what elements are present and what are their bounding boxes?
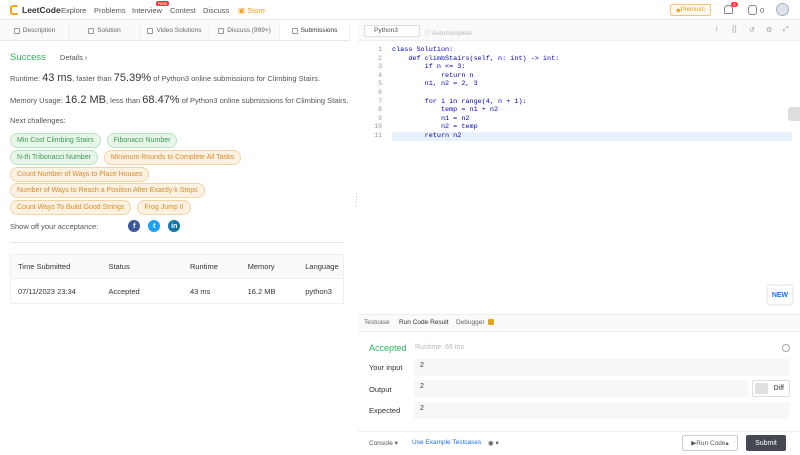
expected-value: 2	[414, 402, 790, 419]
use-example-testcases[interactable]: Use Example Testcases	[412, 439, 481, 446]
coin-count: 0	[760, 6, 765, 15]
side-panel-toggle[interactable]	[788, 107, 800, 121]
coin-icon[interactable]	[748, 5, 757, 15]
new-feature-button[interactable]: NEW	[768, 286, 792, 304]
code-line: return n2	[392, 131, 792, 141]
table-row[interactable]: 07/11/2023 23:34 Accepted 43 ms 16.2 MB …	[11, 279, 343, 303]
challenge-chip[interactable]: Minimum Rounds to Complete All Tasks	[103, 150, 242, 165]
logo-icon	[10, 5, 19, 15]
tab-debugger[interactable]: Debugger	[456, 319, 494, 326]
nav-store[interactable]: ▣ Store	[238, 6, 265, 15]
code-editor[interactable]: 1 2 3 4 5 6 7 8 9 10 11 class Solution: …	[358, 42, 800, 314]
divider	[10, 242, 344, 243]
tab-discuss[interactable]: Discuss (999+)	[210, 21, 280, 40]
store-icon: ▣	[238, 6, 248, 15]
code-line: class Solution:	[392, 46, 454, 54]
input-value: 2	[414, 359, 790, 376]
success-status: Success	[10, 52, 46, 63]
nav-discuss[interactable]: Discuss	[203, 6, 229, 15]
challenge-chip[interactable]: Fibonacci Number	[106, 133, 178, 148]
run-result-panel: Accepted Runtime: 69 ms Your input 2 Out…	[358, 333, 800, 431]
nav-explore[interactable]: Explore	[61, 6, 86, 15]
description-icon	[13, 27, 20, 34]
runtime-stat: Runtime: 43 ms, faster than 75.39% of Py…	[10, 72, 320, 84]
challenge-chip[interactable]: N-th Tribonacci Number	[10, 150, 98, 165]
code-line: temp = n1 + n2	[392, 106, 499, 115]
submissions-table: Time Submitted Status Runtime Memory Lan…	[10, 254, 344, 304]
braces-icon[interactable]: {}	[732, 26, 741, 35]
code-line: return n	[392, 71, 474, 80]
challenge-chip[interactable]: Frog Jump II	[137, 200, 191, 215]
share-row: Show off your acceptance: f t in	[10, 220, 181, 232]
tab-submissions[interactable]: Submissions	[280, 21, 350, 40]
editor-toolbar: Python3 ⓘ Autocomplete i {} ↺ ⚙ ⤢	[358, 21, 800, 41]
settings-icon[interactable]: ⚙	[766, 26, 775, 35]
twitter-icon[interactable]: t	[148, 220, 161, 232]
video-icon	[147, 27, 154, 34]
solution-icon	[88, 27, 95, 34]
tab-run-code-result[interactable]: Run Code Result	[399, 319, 449, 326]
top-nav: LeetCode Explore Problems Interview New …	[0, 0, 800, 20]
nav-contest[interactable]: Contest	[170, 6, 196, 15]
submission-panel: Success Details › Runtime: 43 ms, faster…	[0, 42, 350, 455]
reset-icon[interactable]: ↺	[749, 26, 758, 35]
challenge-chip[interactable]: Count Number of Ways to Place Houses	[10, 167, 150, 182]
code-line: n1 = n2	[392, 114, 470, 123]
problem-tabs: Description Solution Video Solutions Dis…	[0, 21, 350, 41]
console-tabs: Testcase Run Code Result Debugger	[358, 314, 800, 332]
nav-interview[interactable]: Interview	[132, 6, 162, 15]
line-gutter: 1 2 3 4 5 6 7 8 9 10 11	[374, 46, 382, 139]
fullscreen-icon[interactable]: ⤢	[783, 26, 792, 35]
challenge-chip[interactable]: Min Cost Climbing Stairs	[10, 133, 101, 148]
memory-stat: Memory Usage: 16.2 MB, less than 68.47% …	[10, 94, 349, 106]
code-line: for i in range(4, n + 1):	[392, 97, 527, 106]
toggle-switch	[755, 383, 768, 394]
lock-icon	[487, 319, 494, 326]
tab-solution[interactable]: Solution	[70, 21, 140, 40]
discuss-icon	[218, 27, 225, 34]
help-dropdown-icon[interactable]: ◉ ▾	[488, 439, 499, 447]
bottom-bar: Console ▾ Use Example Testcases ◉ ▾ ▶ Ru…	[358, 431, 800, 455]
new-badge: New	[156, 1, 170, 6]
premium-button[interactable]: ◆ Premium	[670, 4, 711, 16]
autocomplete-toggle[interactable]: ⓘ Autocomplete	[424, 27, 472, 37]
linkedin-icon[interactable]: in	[168, 220, 181, 232]
help-icon[interactable]	[782, 344, 790, 352]
input-label: Your input	[369, 363, 403, 372]
tab-testcase[interactable]: Testcase	[364, 319, 390, 326]
submit-button[interactable]: Submit	[746, 435, 786, 451]
tab-video-solutions[interactable]: Video Solutions	[140, 21, 210, 40]
details-link[interactable]: Details ›	[60, 53, 88, 62]
nav-problems[interactable]: Problems	[94, 6, 126, 15]
console-button[interactable]: Console ▾	[369, 439, 398, 447]
output-value: 2	[414, 380, 748, 397]
leetcode-logo[interactable]: LeetCode	[10, 5, 61, 15]
challenge-chip[interactable]: Number of Ways to Reach a Position After…	[10, 183, 205, 198]
avatar[interactable]	[776, 3, 789, 16]
table-header: Time Submitted Status Runtime Memory Lan…	[11, 255, 343, 279]
facebook-icon[interactable]: f	[128, 220, 141, 232]
run-runtime: Runtime: 69 ms	[415, 344, 465, 351]
code-line: n2 = temp	[392, 123, 478, 132]
code-line: if n <= 3:	[392, 63, 466, 72]
next-challenges-label: Next challenges:	[10, 116, 66, 125]
notification-badge: 3	[731, 2, 738, 7]
output-label: Output	[369, 385, 392, 394]
submissions-icon	[291, 27, 298, 34]
diff-toggle[interactable]: Diff	[752, 380, 790, 397]
tab-description[interactable]: Description	[0, 21, 70, 40]
code-lines: class Solution: def climbStairs(self, n:…	[392, 46, 792, 141]
expected-label: Expected	[369, 406, 401, 415]
run-status: Accepted	[369, 343, 407, 353]
code-line: n1, n2 = 2, 3	[392, 80, 478, 89]
challenge-chip[interactable]: Count Ways To Build Good Strings	[10, 200, 132, 215]
language-select[interactable]: Python3	[364, 25, 420, 37]
run-code-button[interactable]: ▶ Run Code ▴	[682, 435, 738, 451]
info-icon[interactable]: i	[716, 26, 725, 35]
code-line: def climbStairs(self, n: int) -> int:	[392, 54, 560, 63]
